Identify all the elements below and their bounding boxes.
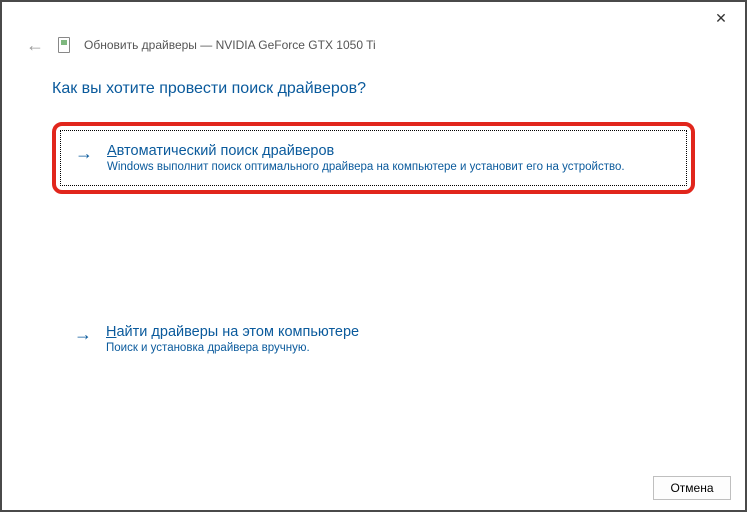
close-icon: ✕ [715,10,727,27]
option-auto-highlight: → Автоматический поиск драйверов Windows… [52,122,695,194]
option-auto-texts: Автоматический поиск драйверов Windows в… [107,143,672,173]
option-local-texts: Найти драйверы на этом компьютере Поиск … [106,324,673,354]
option-local-search[interactable]: → Найти драйверы на этом компьютере Поис… [52,314,695,364]
option-auto-title: Автоматический поиск драйверов [107,143,672,159]
titlebar: ✕ [2,2,745,34]
page-heading: Как вы хотите провести поиск драйверов? [52,80,695,98]
arrow-right-icon: → [75,143,93,165]
back-arrow-icon[interactable]: ← [26,36,44,54]
close-button[interactable]: ✕ [701,4,741,32]
option-auto-desc: Windows выполнит поиск оптимального драй… [107,161,672,173]
content-area: Как вы хотите провести поиск драйверов? … [2,62,745,364]
option-local-desc: Поиск и установка драйвера вручную. [106,342,673,354]
arrow-right-icon: → [74,324,92,346]
option-auto-search[interactable]: → Автоматический поиск драйверов Windows… [60,130,687,186]
device-icon [58,37,70,53]
header-row: ← Обновить драйверы — NVIDIA GeForce GTX… [2,34,745,62]
option-local-title: Найти драйверы на этом компьютере [106,324,673,340]
cancel-button[interactable]: Отмена [653,476,731,500]
window-title: Обновить драйверы — NVIDIA GeForce GTX 1… [84,38,376,52]
driver-update-dialog: ✕ ← Обновить драйверы — NVIDIA GeForce G… [0,0,747,512]
footer: Отмена [653,476,731,500]
